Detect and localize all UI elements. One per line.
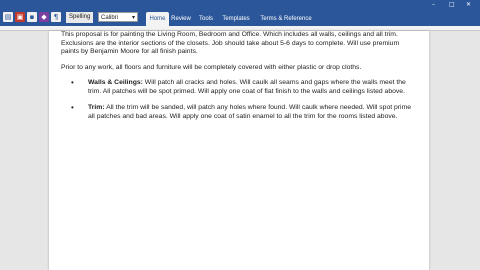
- bullet-icon: •: [71, 78, 74, 87]
- bullet-list: • Walls & Ceilings: Will patch all crack…: [61, 78, 419, 121]
- style-selector[interactable]: Spelling: [66, 12, 94, 23]
- pdf-icon[interactable]: ▣: [15, 12, 25, 22]
- paragraph-prep: Prior to any work, all floors and furnit…: [61, 63, 362, 71]
- bullet-icon: •: [71, 103, 74, 112]
- paragraph-scope: This proposal is for painting the Living…: [61, 31, 400, 55]
- font-name: Calibri: [101, 15, 119, 21]
- format-icon[interactable]: ¶: [51, 12, 61, 22]
- tab-templates[interactable]: Templates: [220, 12, 252, 26]
- minimize-icon[interactable]: –: [432, 1, 435, 8]
- document-page[interactable]: This proposal is for painting the Living…: [49, 31, 429, 270]
- title-bar: – □ ✕: [0, 0, 480, 9]
- tab-terms-reference-lists[interactable]: Terms & Reference Lists: [255, 12, 317, 36]
- tab-review[interactable]: Review: [170, 12, 192, 26]
- list-item: • Trim: All the trim will be sanded, wil…: [61, 103, 419, 121]
- font-selector[interactable]: Calibri ▾: [98, 12, 138, 22]
- list-item-title: Trim:: [88, 104, 105, 111]
- app-icon[interactable]: ◆: [39, 12, 49, 22]
- tab-tools[interactable]: Tools: [196, 12, 216, 26]
- save-icon[interactable]: ▪: [27, 12, 37, 22]
- document-icon[interactable]: ▤: [3, 12, 13, 22]
- list-item: • Walls & Ceilings: Will patch all crack…: [61, 78, 419, 96]
- chevron-down-icon[interactable]: ▾: [132, 13, 135, 23]
- document-body[interactable]: This proposal is for painting the Living…: [61, 31, 419, 129]
- list-item-title: Walls & Ceilings:: [88, 79, 143, 86]
- list-item-text: All the trim will be sanded, will patch …: [88, 104, 412, 120]
- maximize-icon[interactable]: □: [449, 1, 455, 8]
- tab-home[interactable]: Home: [146, 12, 169, 26]
- close-icon[interactable]: ✕: [466, 1, 471, 8]
- toolbar: ▤ ▣ ▪ ◆ ¶ Spelling Calibri ▾ Home Review…: [0, 9, 480, 36]
